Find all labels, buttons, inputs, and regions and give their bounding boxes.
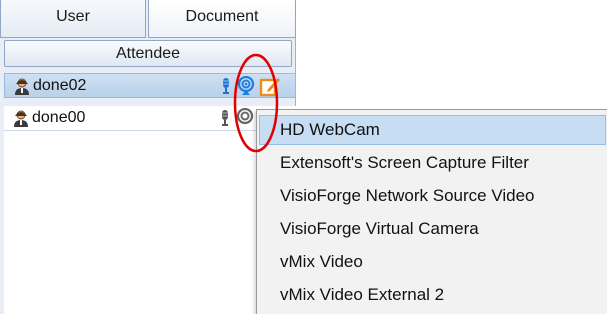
edit-icon[interactable] bbox=[259, 75, 281, 97]
menu-item-hd-webcam[interactable]: HD WebCam bbox=[259, 115, 606, 145]
attendee-row-done00[interactable]: done00 bbox=[4, 106, 296, 131]
webcam-icon[interactable] bbox=[236, 108, 254, 128]
webcam-icon[interactable] bbox=[237, 76, 255, 96]
attendee-panel: User Document Attendee done02 done00 bbox=[0, 0, 296, 314]
camera-select-menu: HD WebCam Extensoft's Screen Capture Fil… bbox=[256, 109, 607, 314]
menu-item-virtual-camera[interactable]: VisioForge Virtual Camera bbox=[259, 214, 606, 244]
menu-item-network-source-video[interactable]: VisioForge Network Source Video bbox=[259, 181, 606, 211]
attendee-name: done00 bbox=[32, 109, 86, 126]
user-icon bbox=[14, 110, 28, 127]
attendee-row-done02[interactable]: done02 bbox=[4, 73, 296, 98]
microphone-icon[interactable] bbox=[220, 109, 230, 127]
menu-item-vmix-video[interactable]: vMix Video bbox=[259, 247, 606, 277]
panel-tabs: User Document bbox=[0, 0, 296, 40]
user-icon bbox=[15, 78, 29, 95]
attendee-header[interactable]: Attendee bbox=[4, 40, 292, 67]
menu-item-screen-capture-filter[interactable]: Extensoft's Screen Capture Filter bbox=[259, 148, 606, 178]
menu-item-vmix-video-external-2[interactable]: vMix Video External 2 bbox=[259, 280, 606, 310]
attendee-list-empty-area bbox=[4, 131, 296, 314]
tab-document[interactable]: Document bbox=[148, 0, 296, 38]
attendee-name: done02 bbox=[33, 77, 87, 94]
tab-user[interactable]: User bbox=[0, 0, 146, 38]
microphone-icon[interactable] bbox=[221, 77, 231, 95]
